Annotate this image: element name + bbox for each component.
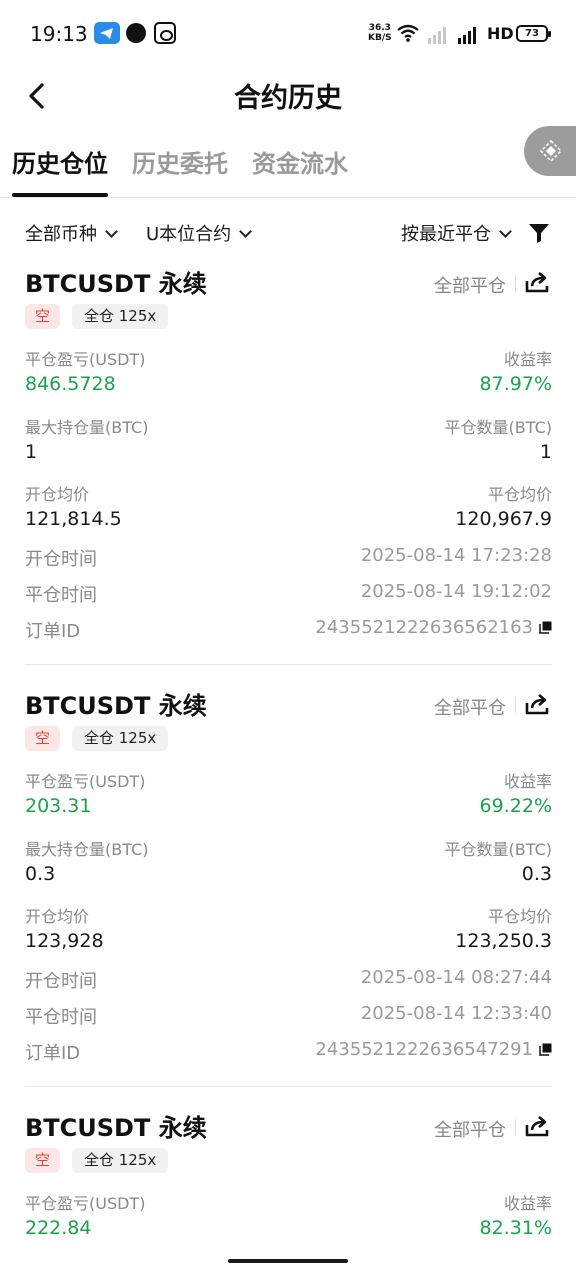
side-badge: 空	[25, 304, 61, 329]
order-id-value: 2435521222636562163	[315, 617, 533, 638]
coin-filter-dropdown[interactable]: 全部币种	[25, 220, 118, 246]
margin-mode-badge: 全仓 125x	[72, 304, 169, 329]
separator	[515, 275, 516, 291]
close-type-label: 全部平仓	[434, 698, 506, 719]
close-avg-value: 120,967.9	[455, 508, 552, 530]
close-avg-label: 平仓均价	[487, 485, 552, 504]
open-avg-value: 123,928	[25, 930, 104, 952]
pnl-value: 203.31	[25, 795, 92, 817]
pnl-label: 平仓盈亏(USDT)	[25, 350, 146, 369]
coin-filter-label: 全部币种	[25, 224, 97, 245]
copy-icon[interactable]	[539, 621, 552, 634]
active-tab-indicator	[12, 193, 108, 197]
separator	[515, 697, 516, 713]
open-time-label: 开仓时间	[25, 549, 97, 570]
pnl-label: 平仓盈亏(USDT)	[25, 1194, 146, 1213]
roi-value: 69.22%	[479, 795, 552, 817]
float-diamond-icon	[540, 140, 562, 162]
position-symbol: BTCUSDT 永续	[25, 1114, 207, 1142]
side-badge: 空	[25, 726, 61, 751]
network-speed: 36.3 KB/S	[368, 23, 392, 43]
open-time-value: 2025-08-14 17:23:28	[360, 545, 552, 566]
order-id-group: 2435521222636562163	[315, 617, 552, 638]
pnl-label: 平仓盈亏(USDT)	[25, 772, 146, 791]
telegram-icon	[94, 22, 120, 44]
close-type-label: 全部平仓	[434, 1120, 506, 1141]
close-qty-value: 1	[539, 441, 552, 463]
max-position-value: 0.3	[25, 863, 56, 885]
filter-bar: 全部币种 U本位合约 按最近平仓	[0, 212, 576, 252]
open-time-value: 2025-08-14 08:27:44	[360, 967, 552, 988]
home-indicator[interactable]	[228, 1259, 348, 1263]
share-icon[interactable]	[524, 270, 550, 294]
close-time-label: 平仓时间	[25, 585, 97, 606]
open-avg-label: 开仓均价	[25, 907, 90, 926]
margin-mode-badge: 全仓 125x	[72, 726, 169, 751]
side-badge: 空	[25, 1148, 61, 1173]
margin-mode-badge: 全仓 125x	[72, 1148, 169, 1173]
sort-dropdown[interactable]: 按最近平仓	[401, 220, 512, 246]
wifi-icon	[397, 24, 419, 42]
order-id-label: 订单ID	[25, 1043, 81, 1064]
floating-action-button[interactable]	[524, 126, 576, 176]
chat-bubble-icon	[126, 23, 146, 43]
signal-sim1-icon	[428, 27, 446, 44]
roi-label: 收益率	[503, 772, 552, 791]
close-time-value: 2025-08-14 12:33:40	[360, 1003, 552, 1024]
network-speed-value: 36.3	[368, 23, 391, 33]
close-time-label: 平仓时间	[25, 1007, 97, 1028]
open-avg-value: 121,814.5	[25, 508, 122, 530]
network-type-label: HD	[487, 24, 514, 43]
roi-label: 收益率	[503, 1194, 552, 1213]
roi-value: 82.31%	[479, 1217, 552, 1239]
pnl-value: 846.5728	[25, 373, 116, 395]
status-time: 19:13	[30, 22, 88, 46]
max-position-label: 最大持仓量(BTC)	[25, 840, 149, 859]
close-avg-label: 平仓均价	[487, 907, 552, 926]
tab-fund-flow[interactable]: 资金流水	[252, 144, 348, 179]
chevron-down-icon	[499, 225, 512, 238]
network-speed-unit: KB/S	[368, 33, 392, 43]
close-avg-value: 123,250.3	[455, 930, 552, 952]
share-icon[interactable]	[524, 1114, 550, 1138]
weibo-icon	[154, 22, 176, 44]
tab-bar: 历史仓位 历史委托 资金流水	[0, 130, 576, 198]
sort-label: 按最近平仓	[401, 224, 491, 245]
contract-type-dropdown[interactable]: U本位合约	[146, 220, 253, 246]
order-id-group: 2435521222636547291	[315, 1039, 552, 1060]
chevron-down-icon	[105, 225, 118, 238]
order-id-label: 订单ID	[25, 621, 81, 642]
status-bar: 19:13 36.3 KB/S HD 73	[0, 0, 576, 68]
signal-sim2-icon	[458, 27, 476, 44]
order-id-value: 2435521222636547291	[315, 1039, 533, 1060]
pnl-value: 222.84	[25, 1217, 92, 1239]
filter-funnel-icon[interactable]	[528, 222, 550, 244]
max-position-value: 1	[25, 441, 38, 463]
open-avg-label: 开仓均价	[25, 485, 90, 504]
roi-label: 收益率	[503, 350, 552, 369]
card-divider	[25, 664, 552, 665]
close-type-label: 全部平仓	[434, 276, 506, 297]
close-qty-label: 平仓数量(BTC)	[444, 840, 552, 859]
open-time-label: 开仓时间	[25, 971, 97, 992]
card-divider	[25, 1086, 552, 1087]
close-qty-label: 平仓数量(BTC)	[444, 418, 552, 437]
share-icon[interactable]	[524, 692, 550, 716]
tab-position-history[interactable]: 历史仓位	[12, 144, 108, 179]
copy-icon[interactable]	[539, 1043, 552, 1056]
separator	[515, 1119, 516, 1135]
position-symbol: BTCUSDT 永续	[25, 270, 207, 298]
close-time-value: 2025-08-14 19:12:02	[360, 581, 552, 602]
contract-type-label: U本位合约	[146, 224, 232, 245]
page-title: 合约历史	[234, 83, 342, 114]
tab-order-history[interactable]: 历史委托	[132, 144, 228, 179]
close-qty-value: 0.3	[521, 863, 552, 885]
battery-indicator: 73	[516, 25, 551, 42]
header: 合约历史	[0, 68, 576, 124]
roi-value: 87.97%	[479, 373, 552, 395]
position-symbol: BTCUSDT 永续	[25, 692, 207, 720]
chevron-down-icon	[239, 225, 253, 238]
max-position-label: 最大持仓量(BTC)	[25, 418, 149, 437]
